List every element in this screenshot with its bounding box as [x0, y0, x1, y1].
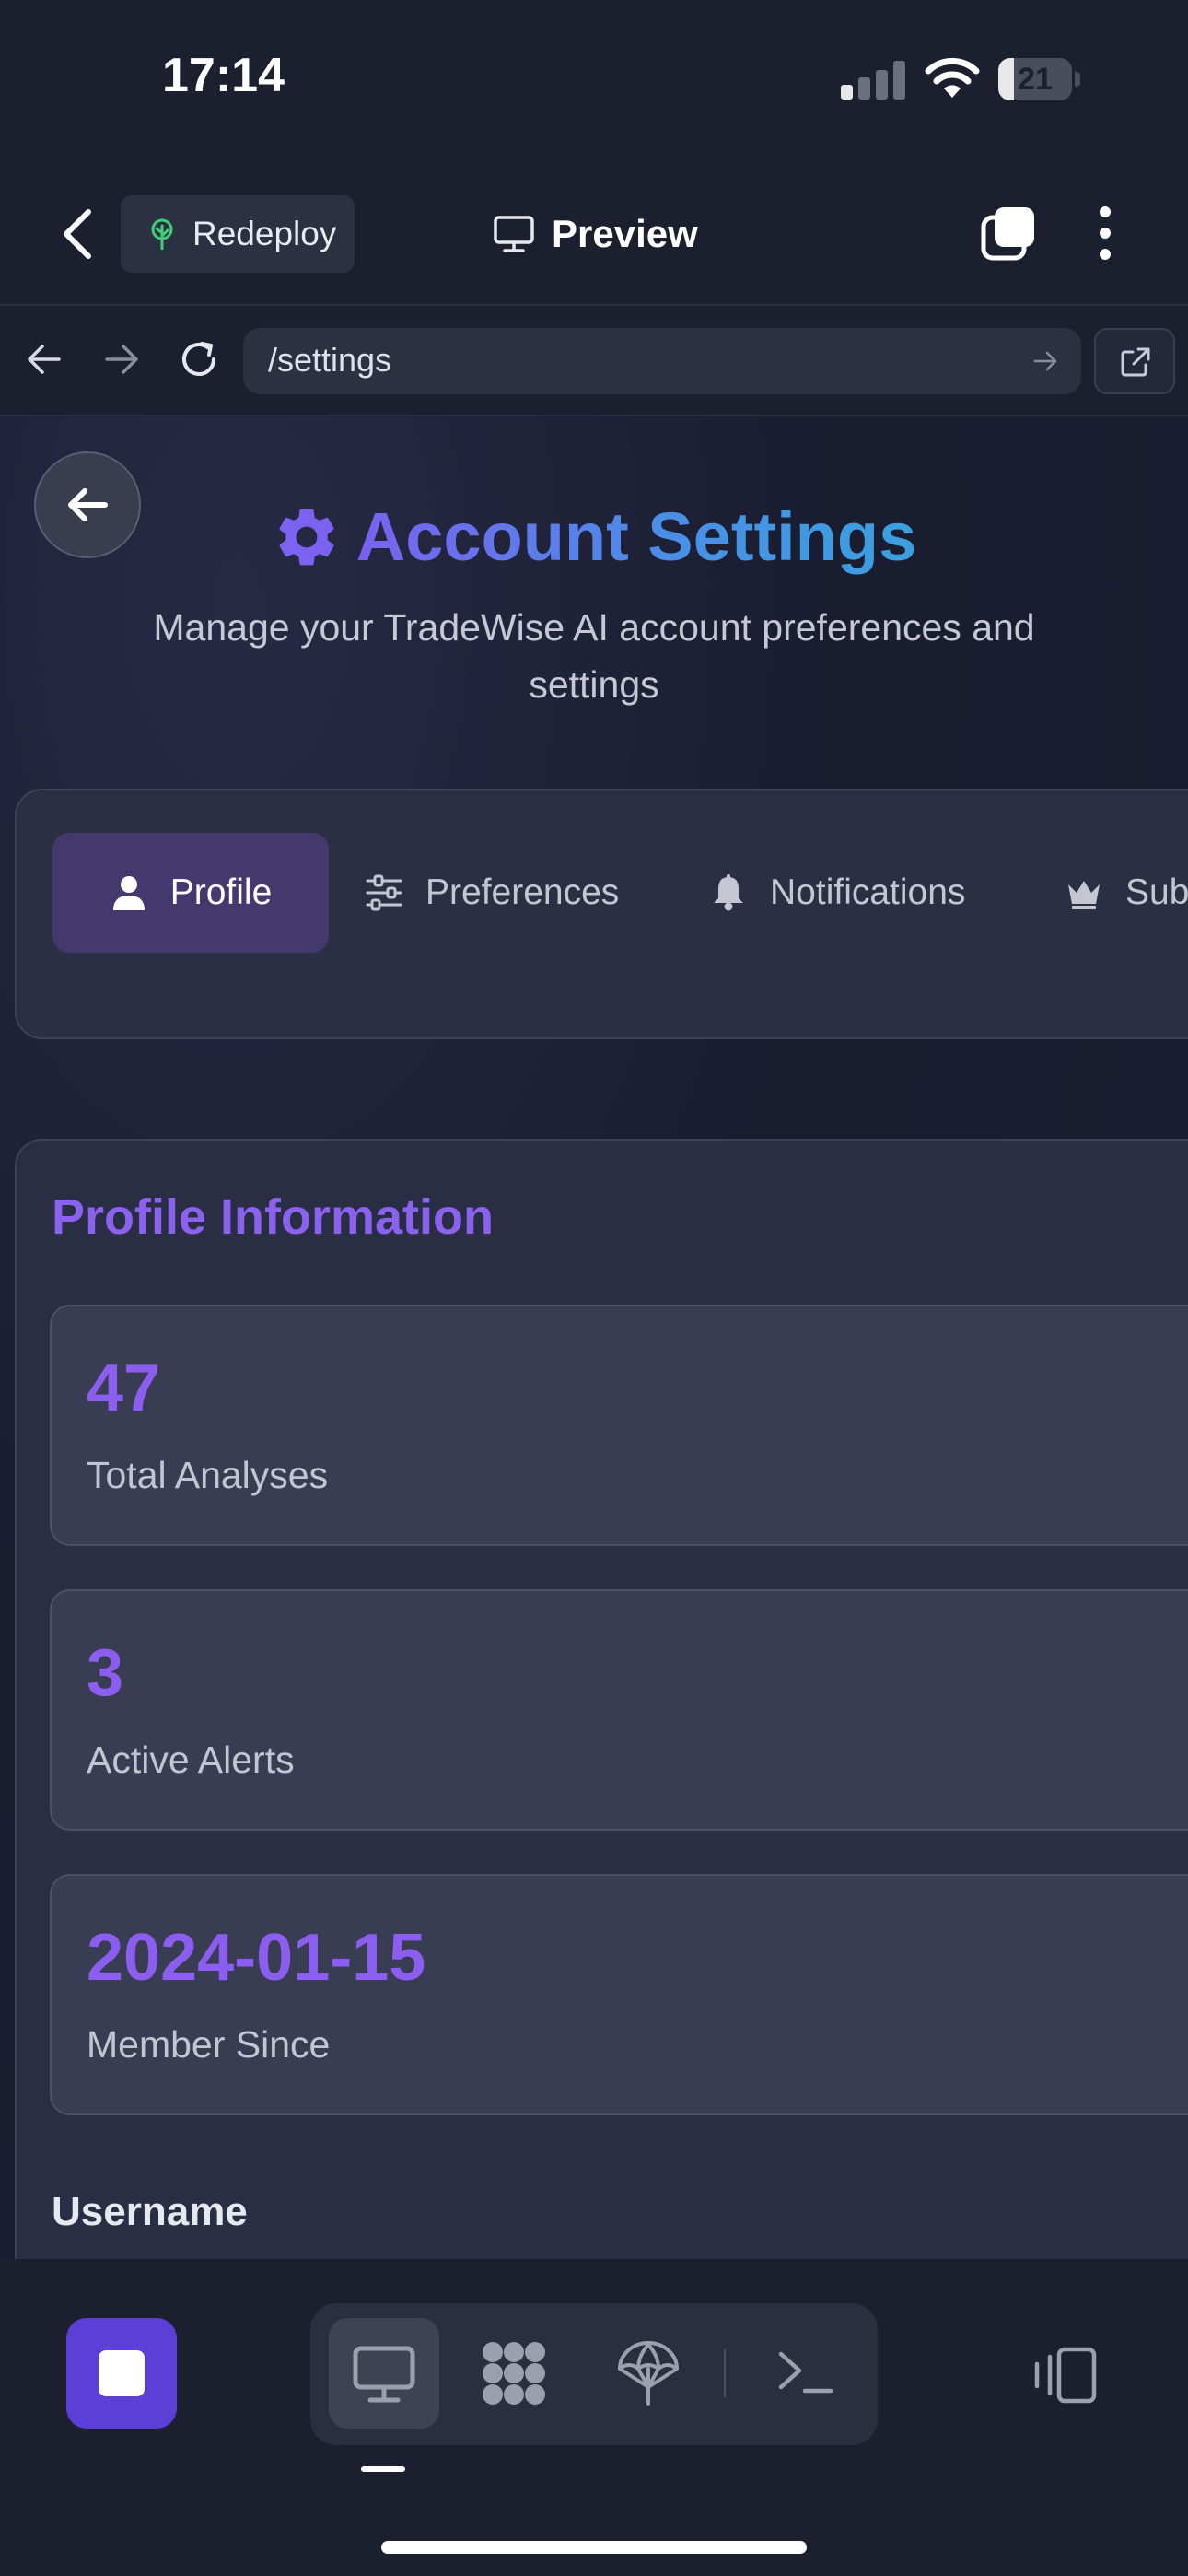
section-title: Profile Information [52, 1189, 495, 1245]
tab-label: Sub [1125, 872, 1188, 912]
go-arrow-icon[interactable] [1031, 346, 1061, 376]
device-toggle-icon[interactable] [1031, 2346, 1098, 2405]
tab-subscription[interactable]: Sub [1065, 833, 1188, 953]
stat-value: 47 [87, 1352, 161, 1425]
username-label: Username [52, 2189, 248, 2234]
parachute-icon[interactable] [614, 2339, 682, 2407]
redeploy-button[interactable]: Redeploy [121, 195, 355, 273]
stat-label: Total Analyses [87, 1454, 329, 1496]
grid-blob-icon[interactable] [480, 2339, 548, 2407]
stat-card-member-since: 2024-01-15 Member Since [50, 1874, 1188, 2115]
reload-icon[interactable] [177, 337, 221, 381]
user-icon [112, 876, 145, 910]
cellular-signal-icon [841, 61, 907, 100]
tab-label: Notifications [770, 872, 966, 912]
battery-percent: 21 [1018, 62, 1053, 97]
tab-label: Profile [169, 872, 273, 912]
gear-icon [279, 509, 334, 565]
stop-icon [99, 2350, 145, 2396]
page-title-text: Account Settings [355, 498, 917, 575]
preview-tab[interactable]: Preview [493, 205, 698, 263]
back-chevron-icon[interactable] [55, 206, 101, 262]
view-monitor-button[interactable] [329, 2318, 439, 2429]
stat-value: 2024-01-15 [87, 1921, 426, 1995]
browser-forward-icon[interactable] [103, 341, 140, 378]
open-external-button[interactable] [1094, 328, 1175, 394]
page-title: Account Settings [0, 498, 1188, 576]
terminal-icon[interactable] [772, 2339, 840, 2407]
monitor-icon [494, 216, 534, 252]
wifi-icon [925, 57, 980, 98]
stat-card-total-analyses: 47 Total Analyses [50, 1305, 1188, 1546]
tab-profile[interactable]: Profile [52, 833, 329, 953]
stop-button[interactable] [66, 2318, 177, 2429]
more-options-icon[interactable] [1092, 205, 1118, 262]
stat-label: Active Alerts [87, 1739, 295, 1781]
url-text: /settings [268, 341, 392, 379]
active-view-indicator [361, 2466, 405, 2472]
browser-back-icon[interactable] [26, 341, 63, 378]
divider [724, 2349, 726, 2397]
bell-icon [714, 874, 743, 911]
divider [0, 304, 1188, 306]
external-link-icon [1121, 347, 1150, 377]
status-time: 17:14 [162, 49, 285, 102]
tab-label: Preferences [425, 872, 620, 912]
redeploy-label: Redeploy [192, 215, 337, 252]
preview-label: Preview [552, 212, 698, 255]
monitor-icon [353, 2346, 415, 2403]
crown-icon [1068, 881, 1100, 909]
home-indicator[interactable] [381, 2541, 807, 2554]
tabs-switcher-icon[interactable] [980, 205, 1037, 262]
battery-icon: 21 [998, 58, 1081, 100]
stat-label: Member Since [87, 2023, 331, 2066]
tab-notifications[interactable]: Notifications [709, 833, 965, 953]
page-subtitle: Manage your TradeWise AI account prefere… [153, 606, 1035, 706]
stat-value: 3 [87, 1636, 124, 1710]
tab-preferences[interactable]: Preferences [365, 833, 619, 953]
stat-card-active-alerts: 3 Active Alerts [50, 1589, 1188, 1831]
sliders-icon [366, 874, 402, 911]
tree-icon [151, 218, 173, 250]
